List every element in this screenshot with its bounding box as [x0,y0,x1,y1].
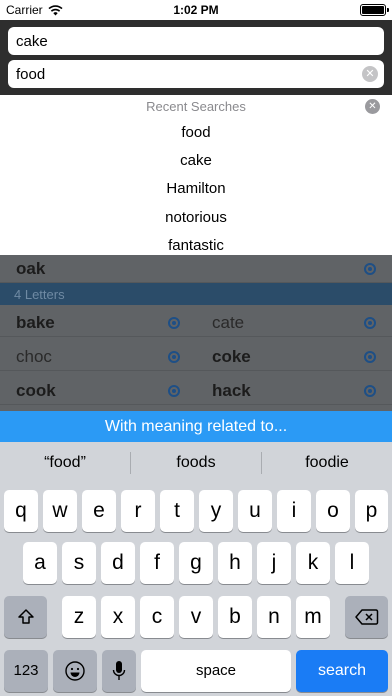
key-a[interactable]: a [23,542,57,584]
key-l[interactable]: l [335,542,369,584]
section-header: 4 Letters [0,283,392,305]
key-o[interactable]: o [316,490,350,532]
select-radio-icon[interactable] [364,317,376,329]
select-radio-icon[interactable] [364,351,376,363]
key-m[interactable]: m [296,596,330,638]
key-n[interactable]: n [257,596,291,638]
key-c[interactable]: c [140,596,174,638]
key-b[interactable]: b [218,596,252,638]
battery-icon [360,4,389,16]
key-f[interactable]: f [140,542,174,584]
results-list: oak 4 Letters bake cate choc coke cook h… [0,255,392,411]
meaning-input-value: food [16,66,46,83]
shift-icon[interactable] [4,596,47,638]
meaning-input[interactable]: food ✕ [8,60,384,88]
result-row[interactable]: cook hack [0,377,392,405]
keyboard: “food” foods foodie q w e r t y u i o p … [0,442,392,696]
meaning-banner[interactable]: With meaning related to... [0,411,392,442]
result-row[interactable]: oak [0,255,392,283]
numbers-key[interactable]: 123 [4,650,48,692]
key-h[interactable]: h [218,542,252,584]
key-d[interactable]: d [101,542,135,584]
recent-searches-panel: Recent Searches ✕ food cake Hamilton not… [0,95,392,255]
recent-item[interactable]: cake [0,152,392,169]
select-radio-icon[interactable] [168,385,180,397]
key-r[interactable]: r [121,490,155,532]
suggestion-bar: “food” foods foodie [0,442,392,484]
suggestion-item[interactable]: foodie [262,442,392,484]
search-key[interactable]: search [296,650,388,692]
key-q[interactable]: q [4,490,38,532]
key-s[interactable]: s [62,542,96,584]
key-u[interactable]: u [238,490,272,532]
key-p[interactable]: p [355,490,388,532]
microphone-icon[interactable] [102,650,136,692]
key-z[interactable]: z [62,596,96,638]
result-word: hack [212,381,251,400]
result-word: coke [212,347,251,366]
search-header: cake food ✕ [0,20,392,95]
clear-circle-icon[interactable]: ✕ [362,66,378,82]
select-radio-icon[interactable] [364,385,376,397]
clear-recent-icon[interactable]: ✕ [365,99,380,114]
select-radio-icon[interactable] [364,263,376,275]
result-row[interactable]: bake cate [0,309,392,337]
key-j[interactable]: j [257,542,291,584]
recent-item[interactable]: notorious [0,209,392,226]
clock: 1:02 PM [173,3,219,17]
result-word: oak [16,259,46,278]
result-row[interactable]: choc coke [0,343,392,371]
result-word: cate [212,313,245,332]
word-input[interactable]: cake [8,27,384,55]
word-input-value: cake [16,33,48,50]
suggestion-item[interactable]: foods [131,442,261,484]
key-i[interactable]: i [277,490,311,532]
space-key[interactable]: space [141,650,291,692]
emoji-icon[interactable] [53,650,97,692]
key-x[interactable]: x [101,596,135,638]
select-radio-icon[interactable] [168,317,180,329]
delete-icon[interactable] [345,596,388,638]
key-w[interactable]: w [43,490,77,532]
key-k[interactable]: k [296,542,330,584]
result-word: choc [16,347,52,366]
status-bar: Carrier 1:02 PM [0,0,392,20]
select-radio-icon[interactable] [168,351,180,363]
recent-item[interactable]: food [0,124,392,141]
suggestion-item[interactable]: “food” [0,442,130,484]
recent-searches-title: Recent Searches [146,99,246,114]
key-t[interactable]: t [160,490,194,532]
result-word: cook [16,381,56,400]
key-v[interactable]: v [179,596,213,638]
result-word: bake [16,313,55,332]
recent-item[interactable]: Hamilton [0,180,392,197]
key-g[interactable]: g [179,542,213,584]
key-e[interactable]: e [82,490,116,532]
recent-item[interactable]: fantastic [0,237,392,254]
key-y[interactable]: y [199,490,233,532]
